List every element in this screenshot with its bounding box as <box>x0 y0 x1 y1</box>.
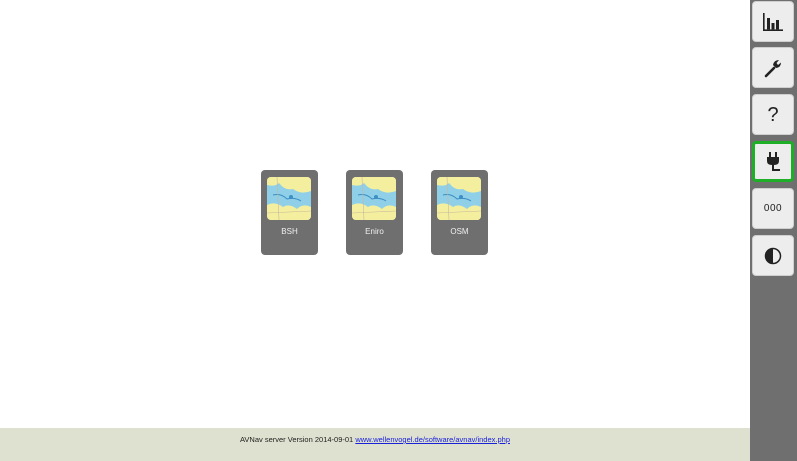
chart-list: BSH Eniro OSM <box>261 170 491 256</box>
version-text: AVNav server Version 2014-09-01 <box>239 435 354 444</box>
bar-chart-icon <box>753 2 793 41</box>
chart-tile-eniro[interactable]: Eniro <box>346 170 403 255</box>
homepage-link[interactable]: www.wellenvogel.de/software/avnav/index.… <box>355 435 510 444</box>
help-button[interactable]: ? <box>752 94 794 135</box>
button-bar: ? 000 <box>750 0 797 461</box>
chart-name: BSH <box>281 227 298 236</box>
footer-text: AVNav server Version 2014-09-01 www.well… <box>0 435 750 445</box>
settings-button[interactable] <box>752 47 794 88</box>
main-area: BSH Eniro OSM <box>0 0 750 428</box>
chart-name: OSM <box>450 227 469 236</box>
contrast-icon <box>753 236 793 275</box>
chart-tile-osm[interactable]: OSM <box>431 170 488 255</box>
wrench-icon <box>753 48 793 87</box>
footer: AVNav server Version 2014-09-01 www.well… <box>0 428 750 461</box>
number-icon: 000 <box>763 203 783 214</box>
connection-button[interactable] <box>752 141 794 182</box>
chart-thumbnail <box>352 177 396 220</box>
chart-thumbnail <box>267 177 311 220</box>
avnav-app: BSH Eniro OSM AVNav server Version 2014-… <box>0 0 797 461</box>
night-mode-button[interactable] <box>752 235 794 276</box>
chart-name: Eniro <box>365 227 384 236</box>
plug-icon <box>755 144 791 179</box>
status-button[interactable] <box>752 1 794 42</box>
help-icon: ? <box>767 103 779 126</box>
chart-tile-bsh[interactable]: BSH <box>261 170 318 255</box>
counter-button[interactable]: 000 <box>752 188 794 229</box>
chart-thumbnail <box>437 177 481 220</box>
